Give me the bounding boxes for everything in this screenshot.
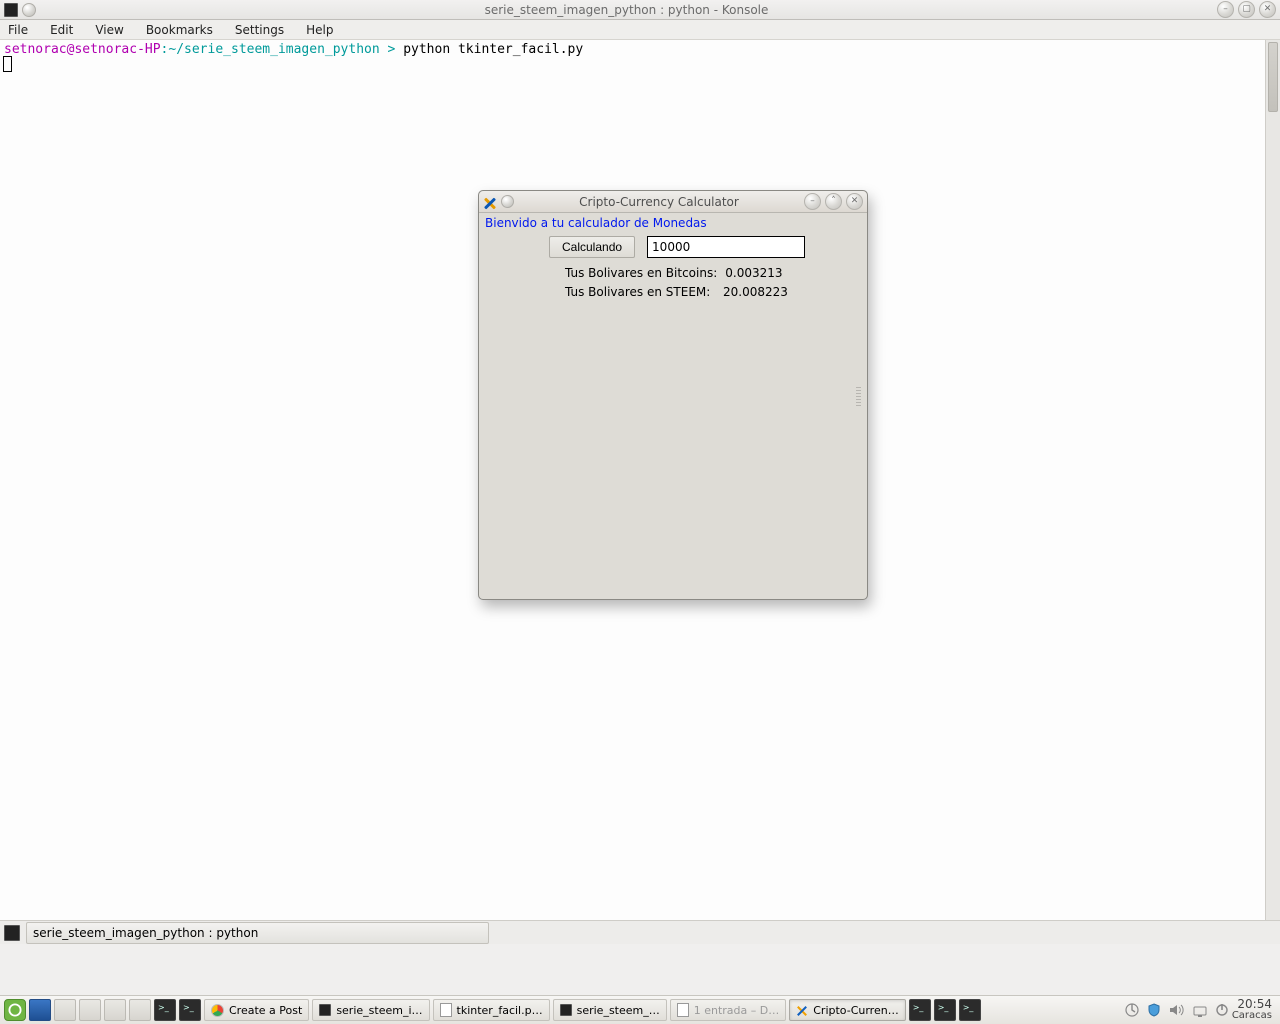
scrollbar-thumb[interactable] — [1268, 42, 1278, 112]
konsole-decor-icon — [22, 3, 36, 17]
launcher-terminal-2[interactable] — [179, 999, 201, 1021]
konsole-title: serie_steem_imagen_python : python - Kon… — [36, 3, 1217, 17]
power-icon[interactable] — [1215, 1003, 1229, 1017]
menu-settings[interactable]: Settings — [235, 23, 284, 37]
workspace-icon-2[interactable] — [79, 999, 101, 1021]
chrome-icon — [211, 1004, 224, 1017]
task-terminal-small-2[interactable] — [934, 999, 956, 1021]
os-taskbar: Create a Post serie_steem_i… tkinter_fac… — [0, 995, 1280, 1024]
tk-maximize-button[interactable]: ˄ — [825, 193, 842, 210]
konsole-menubar: File Edit View Bookmarks Settings Help — [0, 20, 1280, 40]
result-steem-value: 20.008223 — [723, 283, 788, 302]
minimize-button[interactable]: – — [1217, 1, 1234, 18]
terminal-cursor — [4, 57, 11, 71]
tk-decor-icon — [501, 195, 514, 208]
result-bitcoin-value: 0.003213 — [725, 264, 782, 283]
prompt-host: @setnorac-HP — [67, 42, 161, 57]
workspace-icon-1[interactable] — [54, 999, 76, 1021]
prompt-path: :~/serie_steem_imagen_python — [161, 42, 380, 57]
task-terminal-small-1[interactable] — [909, 999, 931, 1021]
tk-minimize-button[interactable]: – — [804, 193, 821, 210]
result-bitcoin-label: Tus Bolivares en Bitcoins: — [565, 264, 717, 283]
updates-icon[interactable] — [1125, 1003, 1139, 1017]
calculate-button[interactable]: Calculando — [549, 236, 635, 258]
result-bitcoin: Tus Bolivares en Bitcoins: 0.003213 — [565, 264, 863, 283]
document-icon — [677, 1003, 689, 1017]
menu-file[interactable]: File — [8, 23, 28, 37]
tk-title: Cripto-Currency Calculator — [514, 195, 804, 209]
menu-view[interactable]: View — [95, 23, 123, 37]
tk-app-icon — [483, 195, 497, 209]
menu-help[interactable]: Help — [306, 23, 333, 37]
mint-menu-icon[interactable] — [4, 999, 26, 1021]
terminal-scrollbar[interactable] — [1265, 40, 1280, 920]
task-serie-steem-2-label: serie_steem_… — [577, 1004, 660, 1017]
task-terminal-small-3[interactable] — [959, 999, 981, 1021]
show-desktop-icon[interactable] — [29, 999, 51, 1021]
konsole-tab-icon — [4, 925, 20, 941]
konsole-app-icon — [4, 3, 18, 17]
prompt-sep: > — [380, 42, 403, 57]
tk-body: Bienvido a tu calculador de Monedas Calc… — [479, 213, 867, 304]
launcher-terminal-1[interactable] — [154, 999, 176, 1021]
task-entrada-label: 1 entrada – D… — [694, 1004, 780, 1017]
task-create-post[interactable]: Create a Post — [204, 999, 309, 1021]
network-icon[interactable] — [1193, 1003, 1207, 1017]
terminal-icon — [319, 1004, 331, 1016]
tk-titlebar[interactable]: Cripto-Currency Calculator – ˄ ✕ — [479, 191, 867, 213]
tk-app-icon — [796, 1004, 808, 1016]
document-icon — [440, 1003, 452, 1017]
close-button[interactable]: ✕ — [1259, 1, 1276, 18]
volume-icon[interactable] — [1169, 1003, 1185, 1017]
shield-icon[interactable] — [1147, 1003, 1161, 1017]
konsole-tab-label: serie_steem_imagen_python : python — [33, 926, 258, 940]
task-serie-steem-1-label: serie_steem_i… — [336, 1004, 422, 1017]
task-entrada[interactable]: 1 entrada – D… — [670, 999, 787, 1021]
task-cripto-currenc-label: Cripto-Curren… — [813, 1004, 898, 1017]
clock[interactable]: 20:54 Caracas — [1232, 998, 1276, 1021]
amount-input[interactable] — [647, 236, 805, 258]
prompt-command: python tkinter_facil.py — [403, 42, 583, 57]
tk-resize-grip[interactable] — [856, 387, 861, 407]
result-steem-label: Tus Bolivares en STEEM: — [565, 283, 715, 302]
task-create-post-label: Create a Post — [229, 1004, 302, 1017]
tk-close-button[interactable]: ✕ — [846, 193, 863, 210]
workspace-icon-4[interactable] — [129, 999, 151, 1021]
tk-window[interactable]: Cripto-Currency Calculator – ˄ ✕ Bienvid… — [478, 190, 868, 600]
clock-zone: Caracas — [1232, 1011, 1272, 1022]
konsole-titlebar: serie_steem_imagen_python : python - Kon… — [0, 0, 1280, 20]
task-serie-steem-2[interactable]: serie_steem_… — [553, 999, 667, 1021]
konsole-tab[interactable]: serie_steem_imagen_python : python — [26, 922, 489, 944]
maximize-button[interactable]: ▢ — [1238, 1, 1255, 18]
terminal-icon — [560, 1004, 572, 1016]
menu-edit[interactable]: Edit — [50, 23, 73, 37]
system-tray — [1125, 1003, 1229, 1017]
prompt-user: setnorac — [4, 42, 67, 57]
task-tkinter-facil-label: tkinter_facil.p… — [457, 1004, 543, 1017]
tk-welcome-label: Bienvido a tu calculador de Monedas — [483, 216, 863, 236]
task-tkinter-facil[interactable]: tkinter_facil.p… — [433, 999, 550, 1021]
result-steem: Tus Bolivares en STEEM: 20.008223 — [565, 283, 863, 302]
task-cripto-currenc[interactable]: Cripto-Curren… — [789, 999, 905, 1021]
task-serie-steem-1[interactable]: serie_steem_i… — [312, 999, 429, 1021]
menu-bookmarks[interactable]: Bookmarks — [146, 23, 213, 37]
konsole-statusbar: serie_steem_imagen_python : python — [0, 920, 1280, 944]
workspace-icon-3[interactable] — [104, 999, 126, 1021]
